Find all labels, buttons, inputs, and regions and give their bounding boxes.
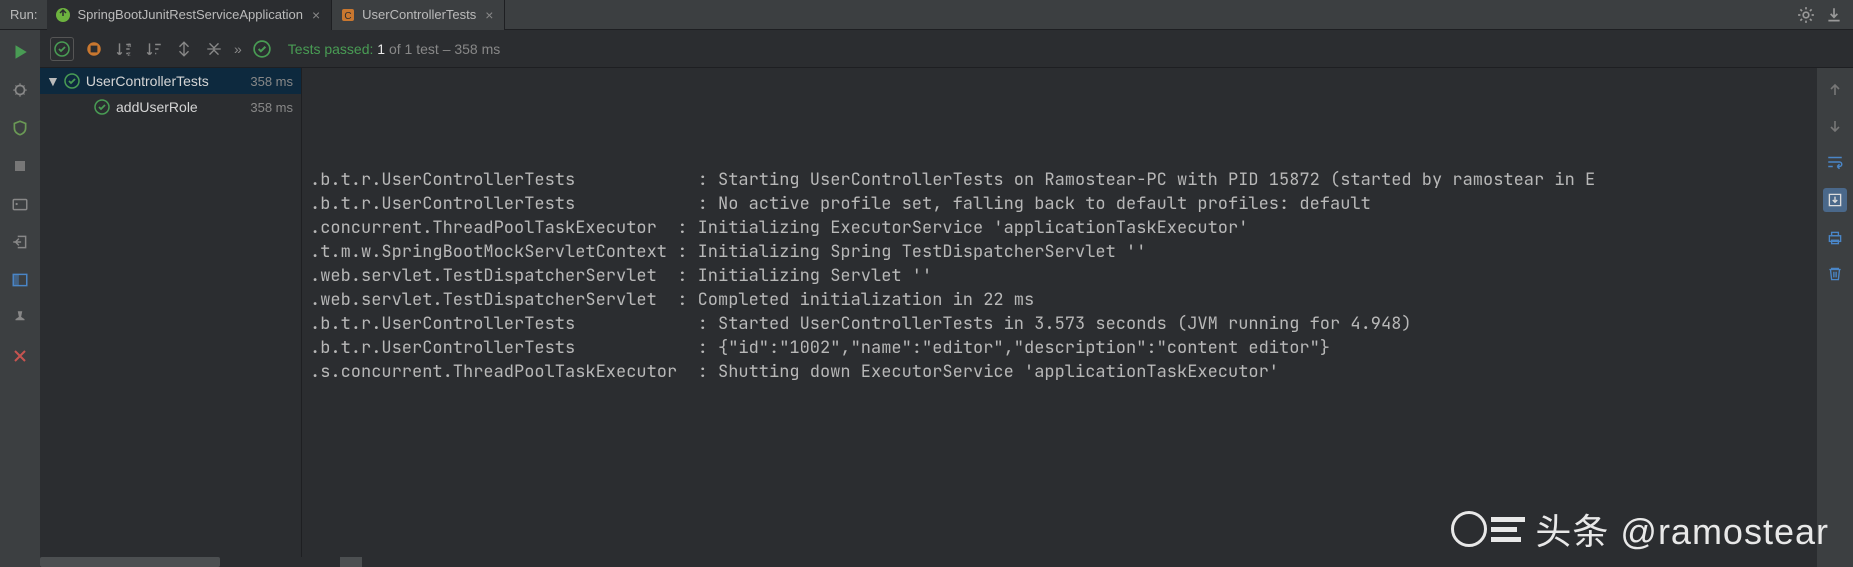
console-line: .web.servlet.TestDispatcherServlet : Com… [310,288,1809,312]
scroll-to-end-icon[interactable] [1823,188,1847,212]
watermark: 头条 @ramostear [1451,503,1829,555]
collapse-all-icon[interactable] [204,39,224,59]
down-icon[interactable] [1825,116,1845,136]
console-line: .b.t.r.UserControllerTests : No active p… [310,192,1809,216]
pass-icon [64,73,80,89]
tree-root-row[interactable]: ▼ UserControllerTests 358 ms [40,68,301,94]
gear-icon[interactable] [1797,6,1815,24]
layout-icon[interactable] [10,270,30,290]
show-passed-toggle[interactable] [50,37,74,61]
chevron-down-icon[interactable]: ▼ [46,73,60,89]
sort-icon[interactable]: az [114,39,134,59]
close-panel-icon[interactable] [10,346,30,366]
test-tree: ▼ UserControllerTests 358 ms addUserRole… [40,68,302,567]
console-horizontal-scrollbar[interactable] [302,557,1817,567]
tree-node-timing: 358 ms [250,74,293,89]
hide-icon[interactable] [1825,6,1843,24]
console-line: .s.concurrent.ThreadPoolTaskExecutor : S… [310,360,1809,384]
watermark-text: 头条 @ramostear [1535,503,1829,555]
svg-text:z: z [127,50,131,57]
show-ignored-icon[interactable] [84,39,104,59]
up-icon[interactable] [1825,80,1845,100]
console-line: .b.t.r.UserControllerTests : Started Use… [310,312,1809,336]
tree-node-name: UserControllerTests [86,73,209,89]
close-icon[interactable]: × [309,7,323,23]
main-area: az » Tests passed: 1 of 1 test – 358 ms … [0,30,1853,567]
close-icon[interactable]: × [482,7,496,23]
class-icon: C [340,7,356,23]
sort-duration-icon[interactable] [144,39,164,59]
dump-icon[interactable] [10,194,30,214]
svg-text:a: a [127,41,131,48]
run-icon[interactable] [10,42,30,62]
tab-bar: Run: SpringBootJunitRestServiceApplicati… [0,0,1853,30]
center-panel: az » Tests passed: 1 of 1 test – 358 ms … [40,30,1853,567]
toutiao-logo-icon [1451,511,1525,547]
expand-all-icon[interactable] [174,39,194,59]
status-pass-icon [252,39,272,59]
more-icon[interactable]: » [234,41,242,57]
debug-icon[interactable] [10,80,30,100]
console-line: .t.m.w.SpringBootMockServletContext : In… [310,240,1809,264]
tab-label: SpringBootJunitRestServiceApplication [77,7,302,22]
exit-icon[interactable] [10,232,30,252]
trash-icon[interactable] [1825,264,1845,284]
tab-usercontrollertests[interactable]: C UserControllerTests × [332,0,505,30]
console-line: .concurrent.ThreadPoolTaskExecutor : Ini… [310,216,1809,240]
console-output[interactable]: .b.t.r.UserControllerTests : Starting Us… [302,68,1817,567]
tree-node-timing: 358 ms [250,100,293,115]
tree-child-row[interactable]: addUserRole 358 ms [40,94,301,120]
coverage-icon[interactable] [10,118,30,138]
print-icon[interactable] [1825,228,1845,248]
console-line: .b.t.r.UserControllerTests : {"id":"1002… [310,336,1809,360]
spring-boot-icon [55,7,71,23]
soft-wrap-icon[interactable] [1825,152,1845,172]
tab-springboot-app[interactable]: SpringBootJunitRestServiceApplication × [47,0,332,30]
stop-icon[interactable] [10,156,30,176]
svg-text:C: C [345,11,352,22]
pass-icon [94,99,110,115]
run-label: Run: [0,7,47,22]
tab-label: UserControllerTests [362,7,476,22]
right-toolbar [1817,68,1853,567]
tree-node-name: addUserRole [116,99,198,115]
test-status-text: Tests passed: 1 of 1 test – 358 ms [288,41,500,57]
console-line: .b.t.r.UserControllerTests : Starting Us… [310,168,1809,192]
left-toolbar [0,30,40,567]
console-line: .web.servlet.TestDispatcherServlet : Ini… [310,264,1809,288]
filter-bar: az » Tests passed: 1 of 1 test – 358 ms [40,30,1853,68]
pin-icon[interactable] [10,308,30,328]
tree-horizontal-scrollbar[interactable] [40,557,302,567]
